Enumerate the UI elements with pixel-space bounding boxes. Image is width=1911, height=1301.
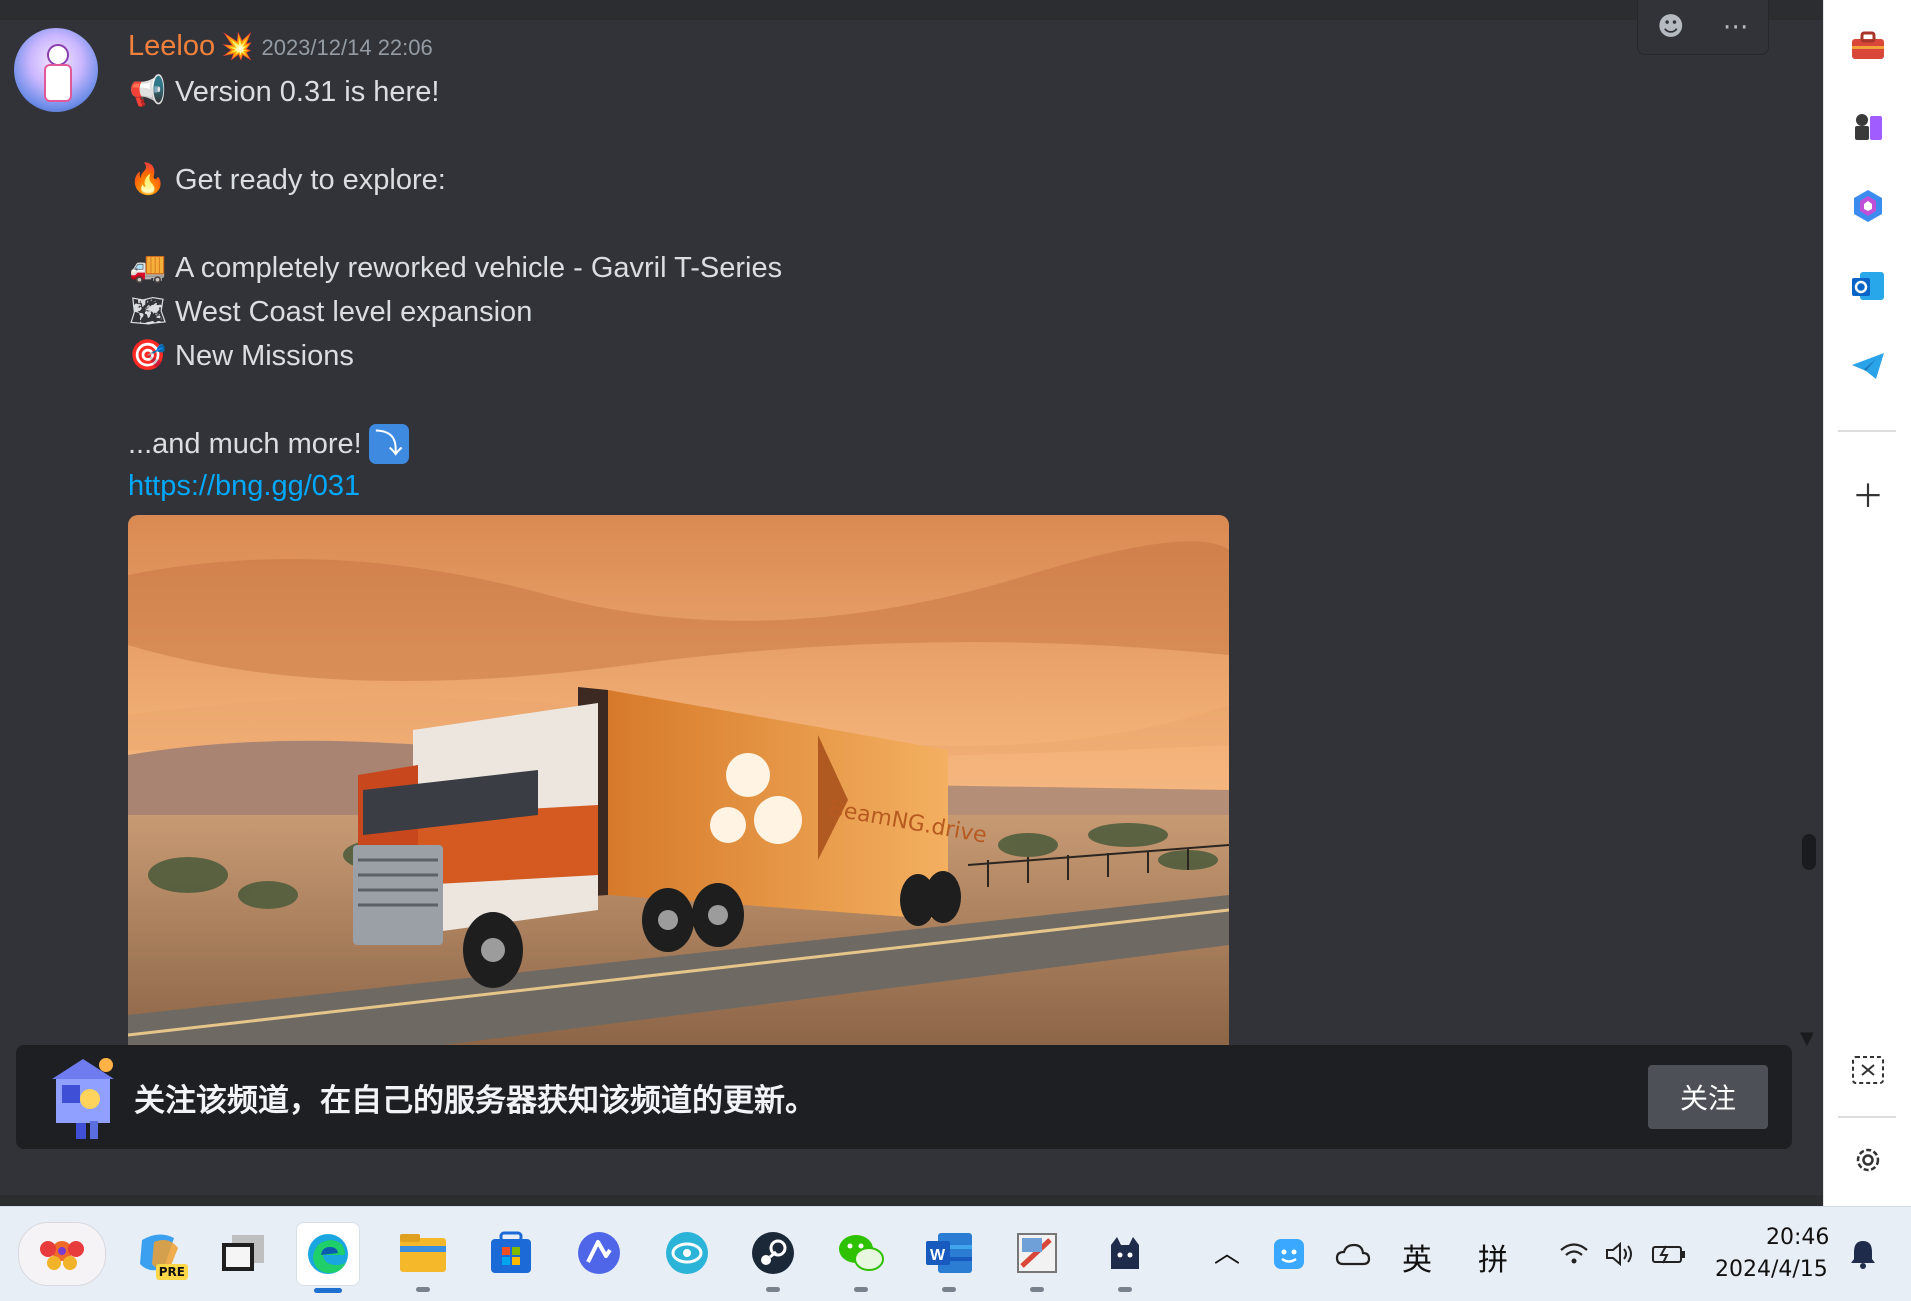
edge-sidebar: ＋ bbox=[1823, 0, 1911, 1206]
message-text: ...and much more! bbox=[128, 427, 362, 460]
smiley-icon[interactable]: ☻ bbox=[1657, 14, 1684, 40]
battery-icon[interactable] bbox=[1644, 1229, 1694, 1279]
follow-channel-bar: 关注该频道，在自己的服务器获知该频道的更新。 关注 bbox=[16, 1045, 1792, 1149]
running-indicator bbox=[1118, 1287, 1132, 1292]
message-text: Get ready to explore: bbox=[175, 163, 446, 196]
volume-icon[interactable] bbox=[1598, 1229, 1642, 1279]
message-link[interactable]: https://bng.gg/031 bbox=[128, 470, 360, 503]
message-hover-toolbar: ☻ ⋯ bbox=[1637, 0, 1769, 55]
edge-taskbar-icon[interactable] bbox=[296, 1222, 360, 1293]
add-icon[interactable]: ＋ bbox=[1846, 472, 1890, 516]
chess-icon[interactable] bbox=[1846, 104, 1890, 148]
follow-bar-text: 关注该频道，在自己的服务器获知该频道的更新。 bbox=[134, 1083, 816, 1119]
onedrive-icon[interactable] bbox=[1326, 1227, 1380, 1281]
message-line-2: 🔥 Get ready to explore: bbox=[128, 160, 446, 200]
wifi-icon[interactable] bbox=[1552, 1229, 1596, 1279]
avatar-head bbox=[47, 44, 69, 66]
running-indicator bbox=[416, 1287, 430, 1292]
running-indicator bbox=[942, 1287, 956, 1292]
message-text: West Coast level expansion bbox=[175, 295, 533, 328]
message-line-3: 🚚 A completely reworked vehicle - Gavril… bbox=[128, 248, 782, 288]
running-indicator bbox=[1030, 1287, 1044, 1292]
running-indicator bbox=[854, 1287, 868, 1292]
sidebar-divider bbox=[1838, 430, 1896, 432]
chevron-up-icon[interactable]: ︿ bbox=[1214, 1233, 1240, 1270]
message-header: Leeloo 💥 2023/12/14 22:06 bbox=[128, 30, 433, 63]
flower-widget-icon[interactable] bbox=[18, 1222, 106, 1286]
telegram-icon[interactable] bbox=[1846, 344, 1890, 388]
message-line-1: 📢 Version 0.31 is here! bbox=[128, 72, 439, 112]
toolbox-icon[interactable] bbox=[1846, 24, 1890, 68]
chat-area: ☻ ⋯ Leeloo 💥 2023/12/14 22:06 📢 Version … bbox=[0, 0, 1823, 1195]
wechat-icon[interactable] bbox=[830, 1222, 892, 1292]
active-indicator bbox=[314, 1288, 342, 1293]
message-line-5: 🎯 New Missions bbox=[128, 336, 354, 376]
truck-icon: 🚚 bbox=[129, 251, 167, 284]
message-text: A completely reworked vehicle - Gavril T… bbox=[175, 251, 783, 284]
svg-text:W: W bbox=[930, 1247, 946, 1264]
embed-image[interactable]: BeamNG.drive bbox=[128, 515, 1229, 1047]
copilot-icon[interactable] bbox=[1846, 184, 1890, 228]
role-flame-icon: 💥 bbox=[221, 32, 254, 62]
message-line-4: 🗺 West Coast level expansion bbox=[128, 292, 532, 332]
file-explorer-icon[interactable] bbox=[392, 1222, 454, 1292]
arrow-down-icon: ⤵ bbox=[368, 424, 409, 464]
word-icon[interactable]: W bbox=[918, 1222, 980, 1292]
eye-app-icon[interactable] bbox=[656, 1222, 718, 1284]
settings-icon[interactable] bbox=[1846, 1138, 1890, 1182]
message-text: Version 0.31 is here! bbox=[175, 75, 440, 108]
chat-top-strip bbox=[0, 0, 1823, 20]
outlook-icon[interactable] bbox=[1846, 264, 1890, 308]
truck-scene-image: BeamNG.drive bbox=[128, 515, 1229, 1047]
steam-icon[interactable] bbox=[742, 1222, 804, 1292]
copilot-pre-icon[interactable]: PRE bbox=[128, 1222, 190, 1284]
message-line-6: ...and much more! ⤵ bbox=[128, 424, 409, 464]
clock-date[interactable]: 2024/4/15 bbox=[1715, 1257, 1828, 1282]
map-icon: 🗺 bbox=[128, 295, 168, 328]
avatar-body bbox=[44, 64, 72, 102]
more-dots-icon[interactable]: ⋯ bbox=[1723, 14, 1749, 40]
tray-app-face-icon[interactable] bbox=[1262, 1227, 1316, 1281]
store-icon[interactable] bbox=[480, 1222, 542, 1284]
megaphone-icon: 📢 bbox=[129, 75, 167, 108]
scroll-down-arrow-icon[interactable]: ▼ bbox=[1800, 1028, 1814, 1049]
notification-bell-icon[interactable] bbox=[1838, 1227, 1888, 1281]
white-window-icon[interactable] bbox=[212, 1222, 274, 1284]
clock-time[interactable]: 20:46 bbox=[1766, 1225, 1829, 1250]
pre-badge: PRE bbox=[155, 1264, 188, 1280]
fire-icon: 🔥 bbox=[129, 163, 167, 196]
username[interactable]: Leeloo bbox=[128, 30, 215, 63]
ime-mode-indicator[interactable]: 拼 bbox=[1478, 1235, 1508, 1279]
ime-lang-indicator[interactable]: 英 bbox=[1402, 1235, 1432, 1279]
target-icon: 🎯 bbox=[129, 339, 167, 372]
timestamp: 2023/12/14 22:06 bbox=[261, 35, 433, 60]
scrollbar-thumb[interactable] bbox=[1802, 834, 1816, 870]
sidebar-divider bbox=[1838, 1116, 1896, 1118]
avatar[interactable] bbox=[14, 28, 98, 112]
cuckoo-clock-icon bbox=[52, 1058, 114, 1139]
follow-button[interactable]: 关注 bbox=[1648, 1065, 1768, 1129]
windows-taskbar: PRE W ︿ 英 拼 20:46 2024/4/15 bbox=[0, 1206, 1911, 1301]
vector-app-icon[interactable] bbox=[568, 1222, 630, 1284]
cat-app-icon[interactable] bbox=[1094, 1222, 1156, 1292]
message-text: New Missions bbox=[175, 339, 354, 372]
paint-app-icon[interactable] bbox=[1006, 1222, 1068, 1292]
running-indicator bbox=[766, 1287, 780, 1292]
screenshot-icon[interactable] bbox=[1846, 1048, 1890, 1092]
